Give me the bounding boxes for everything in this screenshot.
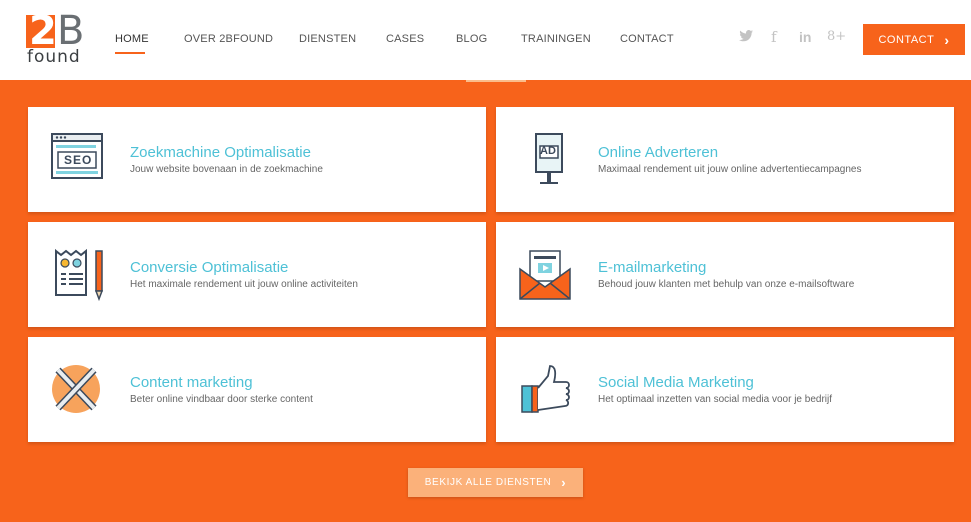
- nav-over-2bfound[interactable]: OVER 2BFOUND: [184, 33, 273, 45]
- service-title: Content marketing: [130, 374, 253, 391]
- linkedin-icon[interactable]: in: [799, 29, 811, 45]
- logo-word: found: [27, 47, 81, 67]
- logo[interactable]: 2 B found: [26, 9, 84, 67]
- section-notch: [466, 80, 526, 82]
- service-subtitle: Behoud jouw klanten met behulp van onze …: [598, 279, 855, 290]
- service-card-advertising[interactable]: AD Online Adverteren Maximaal rendement …: [496, 107, 954, 212]
- site-header: 2 B found HOME OVER 2BFOUND DIENSTEN CAS…: [0, 0, 971, 80]
- nav-diensten[interactable]: DIENSTEN: [299, 33, 356, 45]
- email-icon: [518, 247, 578, 307]
- contact-button-label: CONTACT: [878, 33, 935, 46]
- social-links: f in 8+: [739, 28, 849, 50]
- thumbs-up-icon: [518, 362, 578, 422]
- service-title: Social Media Marketing: [598, 374, 754, 391]
- crossed-pencils-icon: [50, 362, 110, 422]
- service-title: E-mailmarketing: [598, 259, 707, 276]
- nav-home[interactable]: HOME: [115, 33, 149, 45]
- service-subtitle: Jouw website bovenaan in de zoekmachine: [130, 164, 323, 175]
- nav-trainingen[interactable]: TRAININGEN: [521, 33, 591, 45]
- nav-contact[interactable]: CONTACT: [620, 33, 674, 45]
- seo-icon-text: SEO: [64, 153, 93, 167]
- service-subtitle: Maximaal rendement uit jouw online adver…: [598, 164, 862, 175]
- receipt-pencil-icon: [50, 247, 110, 307]
- facebook-icon[interactable]: f: [771, 28, 777, 46]
- view-all-services-label: BEKIJK ALLE DIENSTEN: [424, 477, 552, 488]
- service-title: Conversie Optimalisatie: [130, 259, 289, 276]
- twitter-icon[interactable]: [739, 30, 753, 45]
- nav-active-underline: [115, 52, 145, 54]
- googleplus-icon[interactable]: 8+: [827, 29, 846, 44]
- service-card-social[interactable]: Social Media Marketing Het optimaal inze…: [496, 337, 954, 442]
- nav-blog[interactable]: BLOG: [456, 33, 487, 45]
- service-card-seo[interactable]: SEO Zoekmachine Optimalisatie Jouw websi…: [28, 107, 486, 212]
- service-card-email[interactable]: E-mailmarketing Behoud jouw klanten met …: [496, 222, 954, 327]
- service-subtitle: Beter online vindbaar door sterke conten…: [130, 394, 313, 405]
- service-card-conversion[interactable]: Conversie Optimalisatie Het maximale ren…: [28, 222, 486, 327]
- contact-button[interactable]: CONTACT ›: [863, 24, 965, 55]
- service-title: Online Adverteren: [598, 144, 719, 161]
- ad-icon: AD: [518, 132, 578, 192]
- logo-mark: 2: [26, 9, 57, 53]
- service-title: Zoekmachine Optimalisatie: [130, 144, 311, 161]
- service-card-content[interactable]: Content marketing Beter online vindbaar …: [28, 337, 486, 442]
- nav-cases[interactable]: CASES: [386, 33, 424, 45]
- service-subtitle: Het maximale rendement uit jouw online a…: [130, 279, 358, 290]
- service-subtitle: Het optimaal inzetten van social media v…: [598, 394, 833, 405]
- chevron-right-icon: ›: [561, 475, 567, 490]
- chevron-right-icon: ›: [944, 31, 950, 48]
- ad-icon-text: AD: [540, 145, 556, 157]
- view-all-services-button[interactable]: BEKIJK ALLE DIENSTEN ›: [408, 468, 583, 497]
- seo-icon: SEO: [50, 132, 110, 192]
